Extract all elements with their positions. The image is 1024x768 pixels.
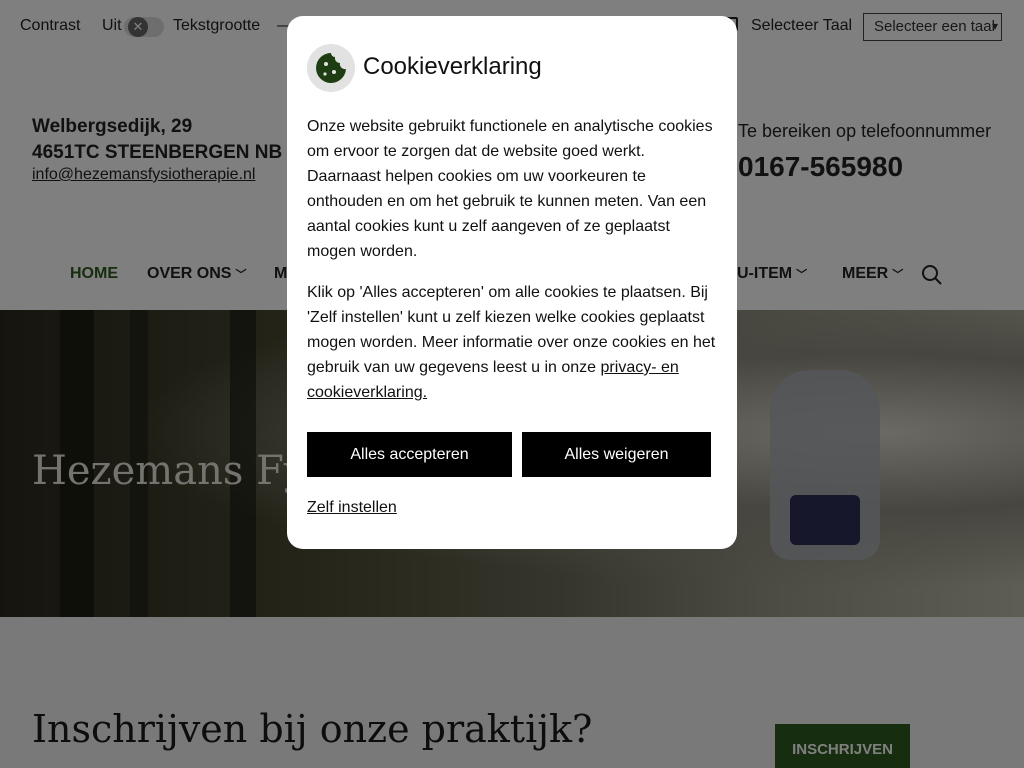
cookie-paragraph-2: Klik op 'Alles accepteren' om alle cooki… — [307, 280, 717, 405]
modal-header: Cookieverklaring — [307, 44, 717, 92]
modal-title: Cookieverklaring — [363, 53, 542, 80]
cookie-settings-link[interactable]: Zelf instellen — [307, 499, 397, 517]
cookie-button-row: Alles accepteren Alles weigeren — [307, 432, 717, 477]
cookie-paragraph-1: Onze website gebruikt functionele en ana… — [307, 118, 713, 260]
accept-all-button[interactable]: Alles accepteren — [307, 432, 512, 477]
refuse-all-button[interactable]: Alles weigeren — [522, 432, 711, 477]
cookie-icon — [307, 44, 355, 92]
cookie-modal: Cookieverklaring Onze website gebruikt f… — [287, 16, 737, 549]
